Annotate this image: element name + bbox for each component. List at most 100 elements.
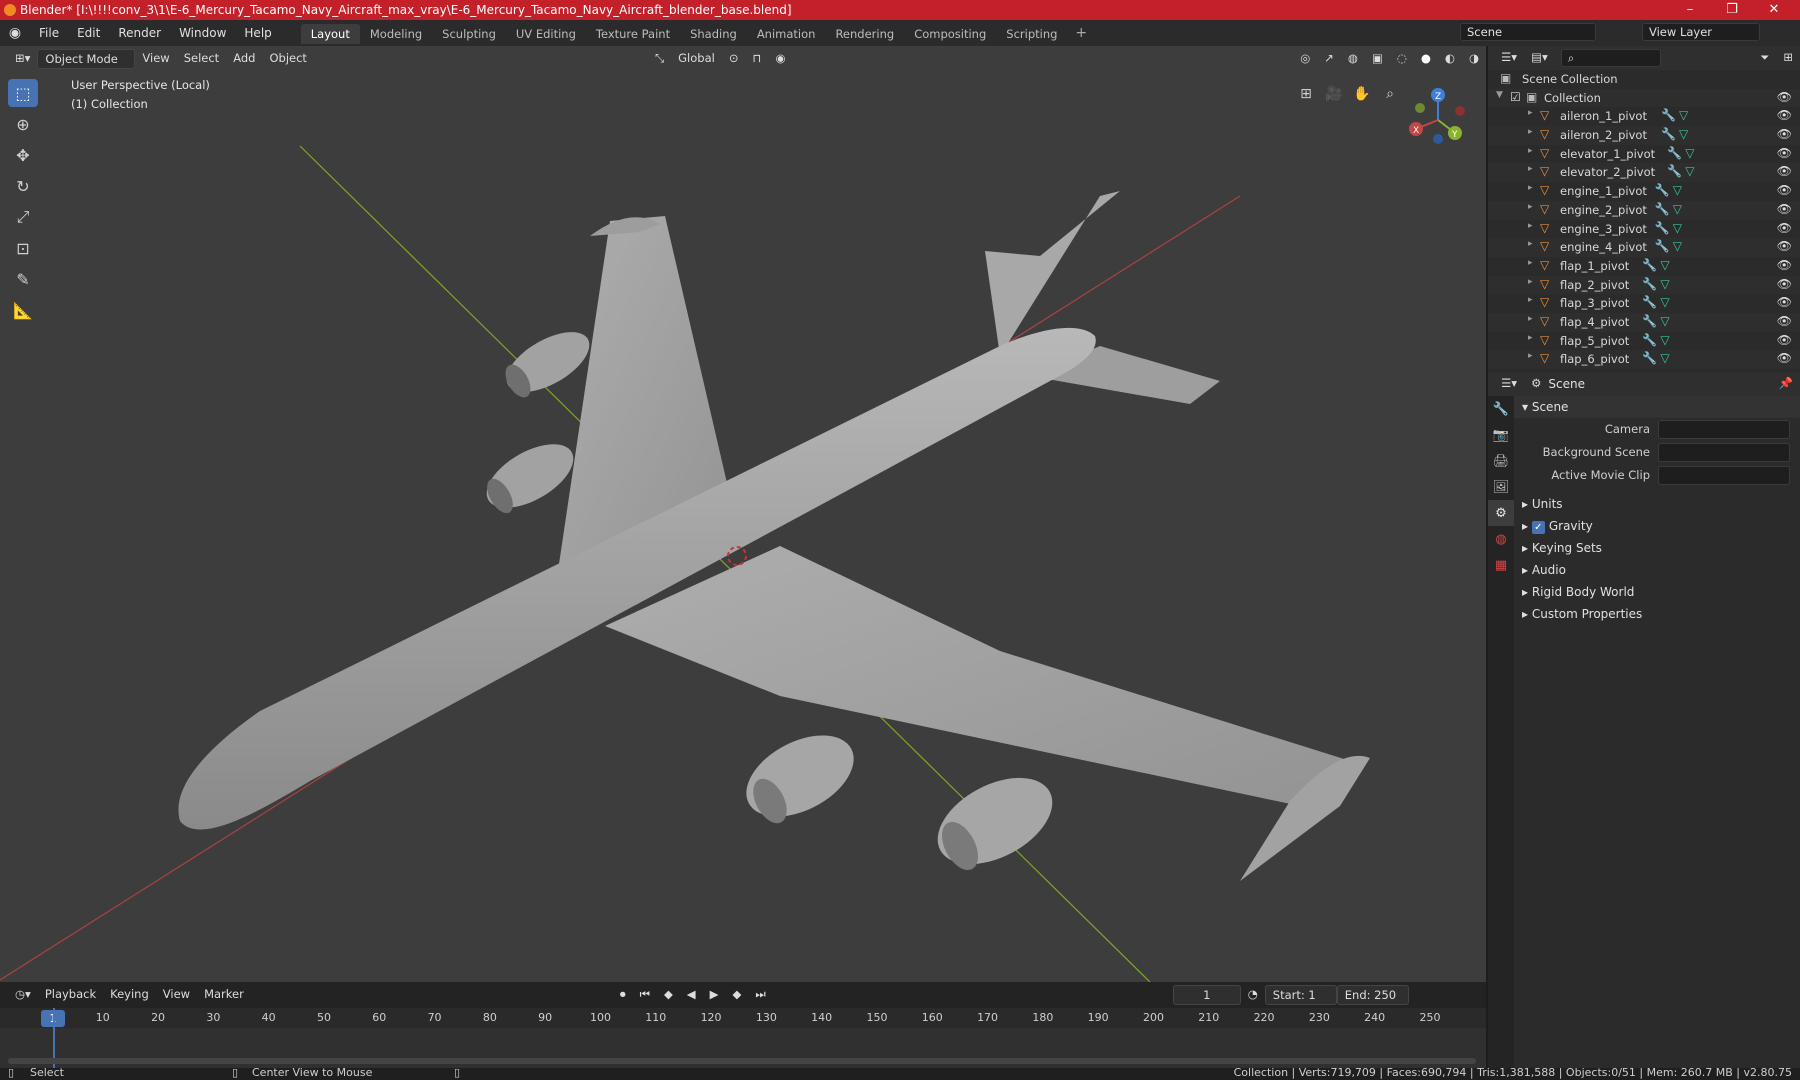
view-layer-selector[interactable]: View Layer <box>1642 23 1760 41</box>
record-icon[interactable]: ⏺ <box>613 985 633 1005</box>
mesh-data-icon[interactable]: ▽ <box>1660 351 1669 365</box>
xray-icon[interactable]: ▣ <box>1365 49 1390 69</box>
expand-triangle-icon[interactable]: ▸ <box>1528 295 1533 305</box>
tool-tab-icon[interactable]: 🔧 <box>1488 396 1514 422</box>
eye-icon[interactable]: 👁 <box>1777 164 1792 178</box>
mesh-data-icon[interactable]: ▽ <box>1673 239 1682 253</box>
gravity-checkbox[interactable]: ✓ <box>1531 521 1545 534</box>
outliner-item[interactable]: ▸ ▽ flap_6_pivot 🔧 ▽ 👁 <box>1488 350 1800 369</box>
menu-window[interactable]: Window <box>170 20 235 46</box>
modifier-icon[interactable]: 🔧 <box>1655 239 1670 253</box>
eye-icon[interactable]: 👁 <box>1777 90 1792 104</box>
measure-icon[interactable]: 📐 <box>8 296 38 324</box>
outliner-item[interactable]: ▸ ▽ flap_1_pivot 🔧 ▽ 👁 <box>1488 257 1800 276</box>
add-workspace-button[interactable]: + <box>1067 25 1095 41</box>
end-frame-field[interactable]: End: 250 <box>1336 985 1409 1005</box>
maximize-button[interactable]: ❐ <box>1711 0 1753 20</box>
tab-animation[interactable]: Animation <box>747 24 826 44</box>
timeline-view-menu[interactable]: View <box>156 985 197 1005</box>
expand-triangle-icon[interactable]: ▸ <box>1528 333 1533 343</box>
menu-render[interactable]: Render <box>109 20 170 46</box>
eye-icon[interactable]: 👁 <box>1777 108 1792 122</box>
expand-triangle-icon[interactable]: ▸ <box>1528 258 1533 268</box>
zoom-icon[interactable]: ⌕ <box>1378 82 1402 106</box>
tab-modeling[interactable]: Modeling <box>360 24 432 44</box>
mesh-data-icon[interactable]: ▽ <box>1679 127 1688 141</box>
menu-edit[interactable]: Edit <box>68 20 109 46</box>
mesh-data-icon[interactable]: ▽ <box>1673 202 1682 216</box>
scene-selector[interactable]: Scene <box>1460 23 1596 41</box>
camera-field[interactable] <box>1658 420 1790 439</box>
mesh-data-icon[interactable]: ▽ <box>1660 333 1669 347</box>
current-frame-field[interactable]: 1 <box>1172 985 1241 1005</box>
navigation-gizmo[interactable]: Z Y X <box>1400 84 1480 154</box>
close-button[interactable]: ✕ <box>1753 0 1795 20</box>
background-scene-field[interactable] <box>1658 443 1790 462</box>
properties-editor-type-icon[interactable]: ☰▾ <box>1494 374 1524 394</box>
play-reverse-icon[interactable]: ◀ <box>680 985 703 1005</box>
outliner-item[interactable]: ▸ ▽ flap_3_pivot 🔧 ▽ 👁 <box>1488 294 1800 313</box>
modifier-icon[interactable]: 🔧 <box>1667 164 1682 178</box>
modifier-icon[interactable]: 🔧 <box>1642 333 1657 347</box>
next-keyframe-icon[interactable]: ◆ <box>726 985 749 1005</box>
timeline-scrollbar[interactable] <box>8 1058 1476 1064</box>
eye-icon[interactable]: 👁 <box>1777 183 1792 197</box>
modifier-icon[interactable]: 🔧 <box>1655 183 1670 197</box>
mode-selector[interactable]: Object Mode <box>37 49 136 69</box>
grid-toggle-icon[interactable]: ⊞ <box>1294 82 1318 106</box>
filter-icon[interactable]: ⏷ <box>1753 48 1776 68</box>
pivot-icon[interactable]: ⊙ <box>722 49 746 69</box>
new-collection-icon[interactable]: ⊞ <box>1776 48 1800 68</box>
tab-sculpting[interactable]: Sculpting <box>432 24 506 44</box>
eye-icon[interactable]: 👁 <box>1777 333 1792 347</box>
expand-triangle-icon[interactable]: ▸ <box>1528 221 1533 231</box>
modifier-icon[interactable]: 🔧 <box>1661 127 1676 141</box>
solid-shading-icon[interactable]: ● <box>1414 49 1438 69</box>
menu-file[interactable]: File <box>30 20 68 46</box>
tab-shading[interactable]: Shading <box>680 24 747 44</box>
expand-triangle-icon[interactable]: ▸ <box>1528 351 1533 361</box>
modifier-icon[interactable]: 🔧 <box>1667 146 1682 160</box>
eye-icon[interactable]: 👁 <box>1777 221 1792 235</box>
mesh-data-icon[interactable]: ▽ <box>1673 221 1682 235</box>
wireframe-shading-icon[interactable]: ◌ <box>1390 49 1414 69</box>
units-section[interactable]: ▸ Units <box>1514 493 1800 515</box>
outliner-item[interactable]: ▸ ▽ engine_2_pivot 🔧 ▽ 👁 <box>1488 200 1800 220</box>
modifier-icon[interactable]: 🔧 <box>1642 258 1657 272</box>
eye-icon[interactable]: 👁 <box>1777 258 1792 272</box>
tab-rendering[interactable]: Rendering <box>825 24 904 44</box>
select-menu[interactable]: Select <box>177 49 226 69</box>
scene-section-header[interactable]: ▾ Scene <box>1514 396 1800 418</box>
frame-rate-clock-icon[interactable]: ◔ <box>1241 985 1265 1005</box>
playback-menu[interactable]: Playback <box>38 985 103 1005</box>
3d-viewport[interactable]: ⊞▾ Object Mode View Select Add Object ⤡ … <box>0 46 1486 982</box>
blender-menu-icon[interactable]: ◉ <box>0 25 30 41</box>
timeline-editor-type-icon[interactable]: ◷▾ <box>8 985 38 1005</box>
visibility-icon[interactable]: ◎ <box>1293 49 1317 69</box>
outliner-search-input[interactable]: ⌕ <box>1560 49 1661 67</box>
eye-icon[interactable]: 👁 <box>1777 146 1792 160</box>
proportional-edit-icon[interactable]: ◉ <box>768 49 792 69</box>
rigid-body-world-section[interactable]: ▸ Rigid Body World <box>1514 581 1800 603</box>
eye-icon[interactable]: 👁 <box>1777 277 1792 291</box>
eye-icon[interactable]: 👁 <box>1777 127 1792 141</box>
tab-scripting[interactable]: Scripting <box>996 24 1067 44</box>
start-frame-field[interactable]: Start: 1 <box>1264 985 1337 1005</box>
mesh-data-icon[interactable]: ▽ <box>1660 277 1669 291</box>
gravity-section[interactable]: ▸ ✓ Gravity <box>1514 515 1800 537</box>
tab-layout[interactable]: Layout <box>300 24 360 44</box>
modifier-icon[interactable]: 🔧 <box>1642 314 1657 328</box>
timeline-keyframe-area[interactable] <box>0 1008 1486 1068</box>
checkbox-icon[interactable]: ☑ <box>1510 90 1521 104</box>
modifier-icon[interactable]: 🔧 <box>1661 108 1676 122</box>
mesh-data-icon[interactable]: ▽ <box>1660 295 1669 309</box>
transform-orientation-selector[interactable]: Global <box>671 49 722 69</box>
rotate-icon[interactable]: ↻ <box>8 172 38 200</box>
object-menu[interactable]: Object <box>262 49 313 69</box>
cursor-icon[interactable]: ⊕ <box>8 110 38 138</box>
texture-tab-icon[interactable]: ▦ <box>1488 552 1514 578</box>
eye-icon[interactable]: 👁 <box>1777 239 1792 253</box>
tab-uv-editing[interactable]: UV Editing <box>506 24 586 44</box>
timeline-ruler[interactable]: 1102030405060708090100110120130140150160… <box>0 1008 1486 1028</box>
keying-menu[interactable]: Keying <box>103 985 156 1005</box>
